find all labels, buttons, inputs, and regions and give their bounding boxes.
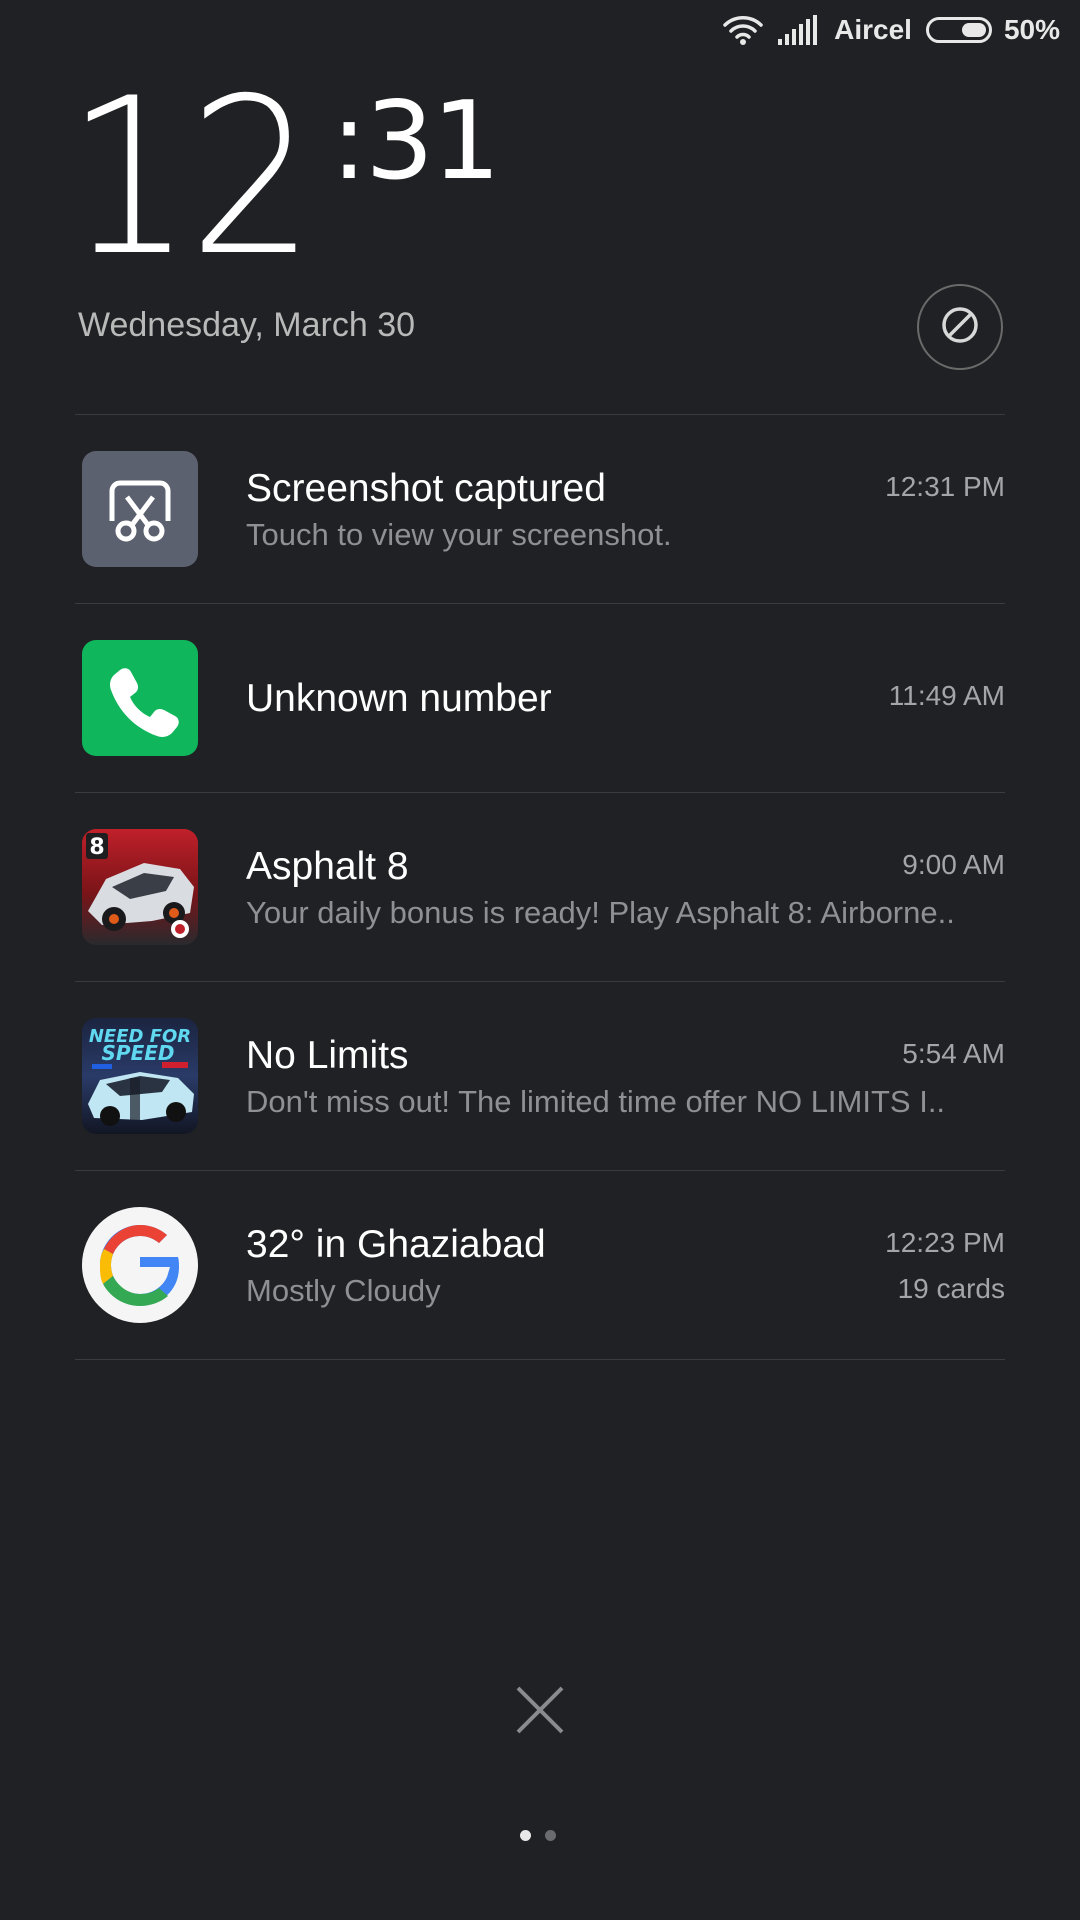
notification-screenshot[interactable]: Screenshot captured Touch to view your s… xyxy=(75,415,1005,604)
screenshot-icon xyxy=(82,451,198,567)
notification-card-count: 19 cards xyxy=(897,1273,1005,1304)
wifi-icon xyxy=(722,14,764,46)
notification-time: 9:00 AM xyxy=(902,849,1005,880)
page-dot-2 xyxy=(545,1830,556,1841)
phone-icon xyxy=(82,640,198,756)
notification-text: Your daily bonus is ready! Play Asphalt … xyxy=(246,895,955,930)
notification-title: Unknown number xyxy=(246,677,552,720)
svg-text:8: 8 xyxy=(89,835,104,860)
notification-title: No Limits xyxy=(246,1034,409,1077)
notification-title: Screenshot captured xyxy=(246,467,606,510)
carrier-name: Aircel xyxy=(834,14,912,45)
clock-minutes: :31 xyxy=(330,79,501,204)
notification-time: 12:23 PM xyxy=(885,1227,1005,1258)
signal-icon xyxy=(778,15,818,45)
notification-no-limits[interactable]: NEED FOR SPEED No Limits Don't miss out!… xyxy=(75,982,1005,1171)
lockscreen-clock: 12 :31 xyxy=(66,52,501,303)
notification-weather[interactable]: 32° in Ghaziabad Mostly Cloudy 12:23 PM … xyxy=(75,1171,1005,1360)
status-icons: Aircel 50% xyxy=(722,12,1060,48)
notification-time: 12:31 PM xyxy=(885,471,1005,502)
battery-level-fill xyxy=(961,23,986,37)
notification-text: Touch to view your screenshot. xyxy=(246,517,672,552)
asphalt8-icon: 8 xyxy=(82,829,198,945)
notification-text: Mostly Cloudy xyxy=(246,1273,441,1308)
notification-missed-call[interactable]: Unknown number 11:49 AM xyxy=(75,604,1005,793)
notification-text: Don't miss out! The limited time offer N… xyxy=(246,1084,946,1119)
notification-time: 5:54 AM xyxy=(902,1038,1005,1069)
page-dot-1 xyxy=(520,1830,531,1841)
block-icon xyxy=(940,305,980,350)
close-icon xyxy=(512,1686,568,1742)
do-not-disturb-button[interactable] xyxy=(917,284,1003,370)
lockscreen-date: Wednesday, March 30 xyxy=(78,306,416,344)
status-bar: Aircel 50% xyxy=(0,0,1080,60)
need-for-speed-icon: NEED FOR SPEED xyxy=(82,1018,198,1134)
google-icon xyxy=(82,1207,198,1323)
battery-icon xyxy=(925,17,992,43)
notification-list: Screenshot captured Touch to view your s… xyxy=(75,414,1005,1360)
notification-asphalt8[interactable]: 8 Asphalt 8 Your daily bonus is ready! P… xyxy=(75,793,1005,982)
notification-time: 11:49 AM xyxy=(888,680,1005,711)
svg-text:SPEED: SPEED xyxy=(102,1041,175,1065)
clear-notifications-button[interactable] xyxy=(512,1682,568,1738)
notification-title: Asphalt 8 xyxy=(246,845,409,888)
clock-hours: 12 xyxy=(66,52,315,303)
page-indicator xyxy=(520,1830,556,1841)
notification-title: 32° in Ghaziabad xyxy=(246,1223,546,1266)
battery-percentage: 50% xyxy=(1003,14,1060,45)
